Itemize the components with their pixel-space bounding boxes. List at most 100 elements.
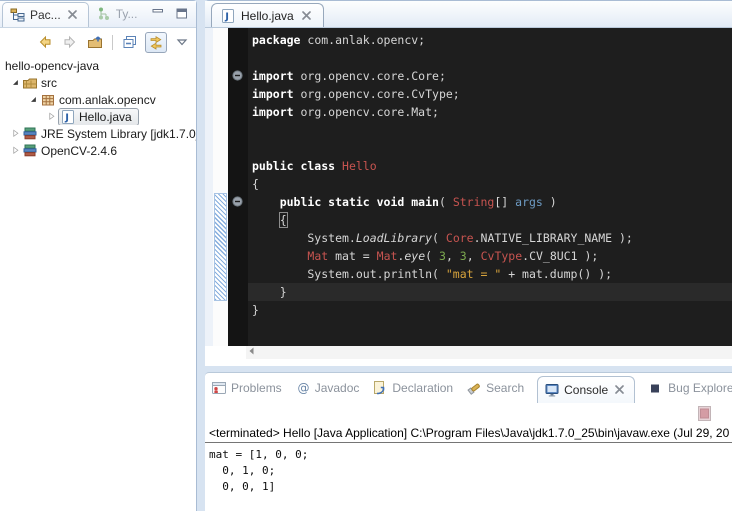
horizontal-scrollbar[interactable]: [246, 346, 732, 359]
code-segment: (: [439, 195, 453, 209]
code-segment: "mat = ": [446, 267, 501, 281]
back-icon: [37, 34, 53, 50]
console-output-line: 0, 0, 1]: [209, 479, 308, 495]
tree-item-hello-java[interactable]: JHello.java: [0, 108, 196, 125]
view-tab-label: Search: [486, 381, 524, 395]
tree-item-label: hello-opencv-java: [2, 59, 102, 73]
editor-tab-hello-java[interactable]: J Hello.java: [211, 3, 324, 27]
bottom-view-stack: Problems @Javadoc Declaration Search Console…: [205, 372, 732, 511]
code-segment: .CV_8UC1 );: [522, 249, 598, 263]
editor-area: J Hello.java package com.anlak.opencv; im…: [205, 0, 732, 365]
view-window-buttons: [150, 6, 190, 22]
console-output[interactable]: mat = [1, 0, 0; 0, 1, 0; 0, 0, 1]: [205, 447, 308, 495]
method-range-indicator: [214, 193, 227, 301]
fold-collapse-icon[interactable]: [232, 70, 248, 86]
console-process-header: <terminated> Hello [Java Application] C:…: [205, 424, 732, 443]
view-tab-label: Declaration: [392, 381, 453, 395]
library-icon: [22, 126, 38, 142]
search-icon: [466, 380, 482, 396]
view-tab-label: Bug Explorer: [668, 381, 732, 395]
code-segment: ,: [446, 249, 460, 263]
link-with-editor-button[interactable]: [145, 32, 167, 53]
folding-ruler[interactable]: [228, 28, 248, 346]
view-tab-bug-explorer[interactable]: Bug Explorer: [648, 380, 732, 396]
tree-item-hello-opencv-java[interactable]: hello-opencv-java: [0, 57, 196, 74]
tree-item-src[interactable]: src: [0, 74, 196, 91]
code-line-3: import org.opencv.core.Core;: [248, 67, 732, 85]
code-segment: System.out.println(: [252, 267, 446, 281]
view-tab-javadoc[interactable]: @Javadoc: [295, 380, 360, 396]
tree-item-label: com.anlak.opencv: [56, 93, 159, 107]
close-icon[interactable]: [65, 7, 81, 23]
code-segment: {: [280, 213, 287, 227]
package-explorer-icon: [10, 7, 26, 23]
code-segment: public static void main: [280, 195, 439, 209]
tree-item-opencv-2-4-6[interactable]: OpenCV-2.4.6: [0, 142, 196, 159]
editor-tab-label: Hello.java: [241, 9, 294, 23]
close-icon[interactable]: [299, 8, 315, 24]
link-with-editor-icon: [148, 34, 164, 50]
code-segment: String: [453, 195, 495, 209]
type-hierarchy-icon: [96, 6, 112, 22]
tree-item-com-anlak-opencv[interactable]: com.anlak.opencv: [0, 91, 196, 108]
collapse-all-icon: [122, 34, 138, 50]
code-segment: package: [252, 33, 300, 47]
code-segment: + mat.dump() );: [501, 267, 612, 281]
view-tab-declaration[interactable]: Declaration: [372, 380, 453, 396]
editor-tabbar: J Hello.java: [205, 1, 732, 28]
code-segment: org.opencv.core.Mat;: [294, 105, 439, 119]
go-into-button[interactable]: [85, 33, 105, 52]
code-segment: }: [252, 303, 259, 317]
code-line-6: [248, 121, 732, 139]
back-button[interactable]: [35, 33, 55, 52]
forward-icon: [62, 34, 78, 50]
editor-frame-strip: [205, 28, 213, 346]
code-segment: []: [494, 195, 515, 209]
tree-collapsed-arrow-icon[interactable]: [10, 145, 22, 157]
code-segment: [252, 249, 307, 263]
tree-expanded-arrow-icon[interactable]: [28, 94, 40, 106]
code-segment: Mat: [307, 249, 328, 263]
terminate-button[interactable]: [698, 411, 714, 425]
fold-collapse-icon[interactable]: [232, 196, 248, 212]
tree-item-jre-system-library-jdk1-7-0_25-[interactable]: JRE System Library [jdk1.7.0_25]: [0, 125, 196, 142]
code-segment: org.opencv.core.CvType;: [294, 87, 460, 101]
code-segment: ,: [467, 249, 481, 263]
view-tab-ty[interactable]: Ty...: [89, 1, 145, 27]
view-tab-problems[interactable]: Problems: [211, 380, 282, 396]
project-tree: hello-opencv-javasrccom.anlak.opencvJHel…: [0, 54, 196, 159]
minimize-icon[interactable]: [150, 6, 166, 22]
code-line-1: package com.anlak.opencv;: [248, 31, 732, 49]
code-text-area[interactable]: package com.anlak.opencv; import org.open…: [248, 28, 732, 346]
tree-expanded-arrow-icon[interactable]: [10, 77, 22, 89]
tree-collapsed-arrow-icon[interactable]: [46, 111, 58, 123]
code-segment: 3: [460, 249, 467, 263]
annotation-ruler[interactable]: [213, 28, 228, 346]
code-line-13: Mat mat = Mat.eye( 3, 3, CvType.CV_8UC1 …: [248, 247, 732, 265]
code-line-14: System.out.println( "mat = " + mat.dump(…: [248, 265, 732, 283]
tree-selection: JHello.java: [58, 108, 139, 125]
view-tab-search[interactable]: Search: [466, 380, 524, 396]
maximize-icon[interactable]: [174, 6, 190, 22]
code-segment: com.anlak.opencv;: [300, 33, 425, 47]
code-segment: ): [543, 195, 557, 209]
code-line-8: public class Hello: [248, 157, 732, 175]
problems-icon: [211, 380, 227, 396]
collapse-all-button[interactable]: [120, 33, 140, 52]
code-segment: import: [252, 105, 294, 119]
view-menu-button[interactable]: [172, 33, 192, 52]
editor-hscroll-row: [205, 346, 732, 366]
code-segment: mat =: [328, 249, 376, 263]
view-tab-console[interactable]: Console: [537, 376, 635, 403]
code-segment: CvType: [481, 249, 523, 263]
code-segment: (: [425, 249, 439, 263]
forward-button[interactable]: [60, 33, 80, 52]
java-file-icon: J: [60, 109, 76, 125]
code-segment: eye: [404, 249, 425, 263]
scroll-left-arrow-icon[interactable]: [246, 345, 262, 361]
view-tab-pac[interactable]: Pac...: [2, 2, 89, 27]
tree-item-label: Hello.java: [76, 110, 135, 124]
close-icon[interactable]: [612, 382, 628, 398]
tree-collapsed-arrow-icon[interactable]: [10, 128, 22, 140]
package-explorer-tabbar: Pac...Ty...: [0, 1, 196, 28]
